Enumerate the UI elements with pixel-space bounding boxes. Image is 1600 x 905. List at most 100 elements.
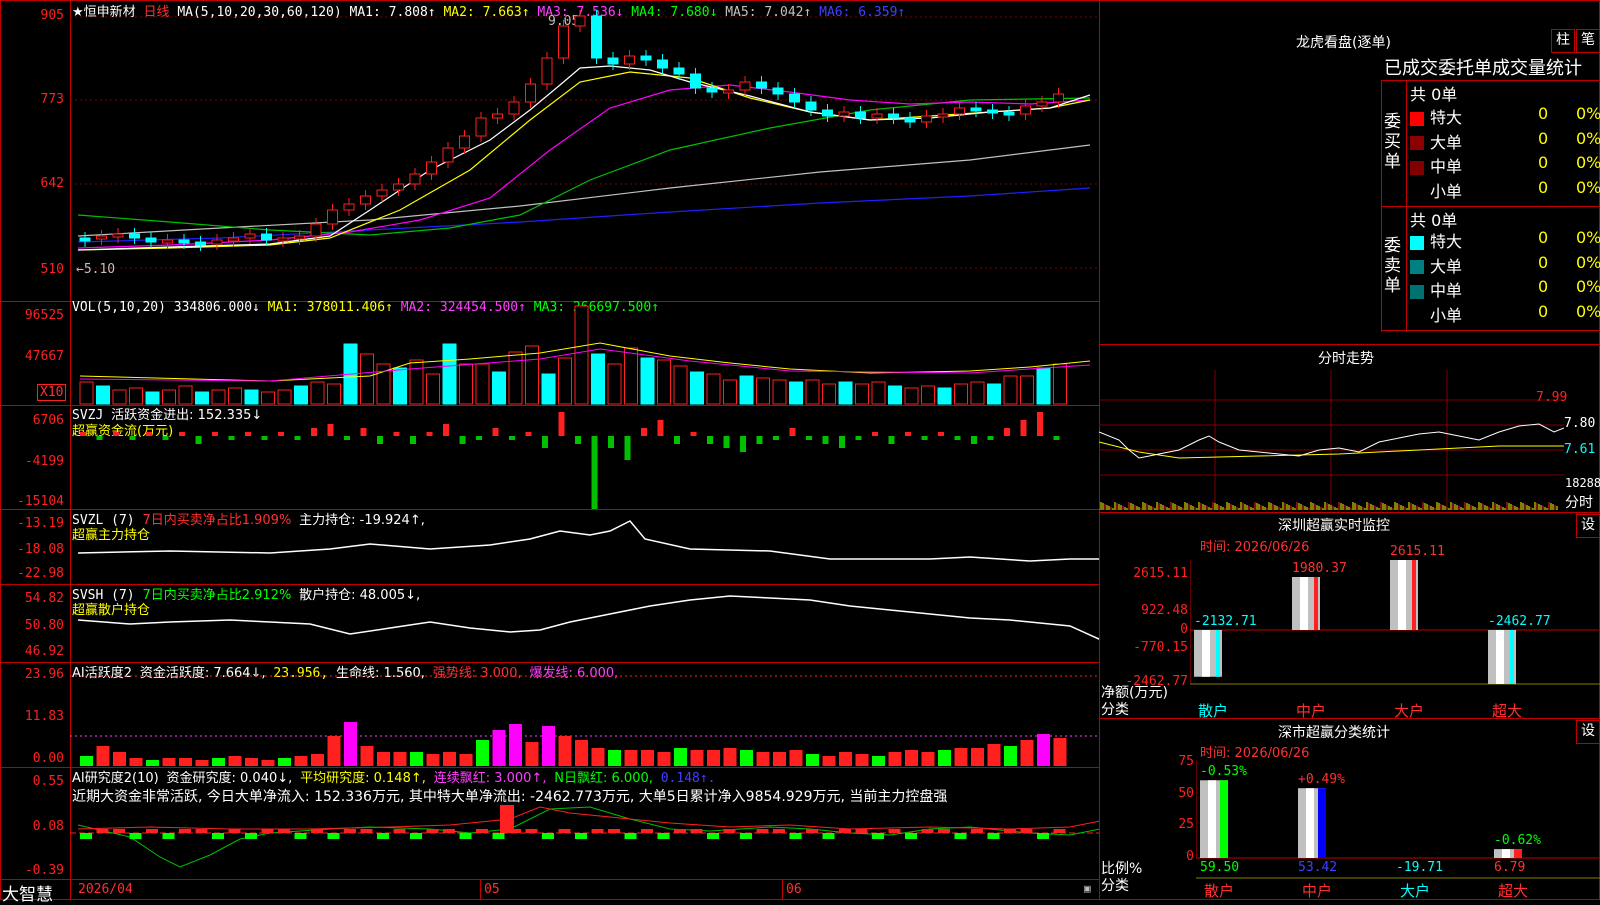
stat-cat-label: 超大 xyxy=(1498,882,1529,900)
candle-body xyxy=(294,235,305,240)
svzj-bar xyxy=(344,436,350,440)
row-count: 0 xyxy=(1538,301,1549,321)
bottom-bar xyxy=(0,880,1100,900)
vol-chart[interactable] xyxy=(70,301,1100,406)
ai-research-bar xyxy=(641,829,653,833)
intraday-vol-bars xyxy=(1099,502,1558,510)
svzj-bar xyxy=(723,436,730,448)
svzj-bar xyxy=(360,428,367,436)
ai-active-bar xyxy=(558,736,572,766)
svzj-chart[interactable] xyxy=(70,405,1100,510)
ai-research-bar xyxy=(129,833,142,839)
svzj-axis-top: 6706 xyxy=(32,413,64,428)
candle-body xyxy=(657,59,668,69)
intraday-axis-3: 7.61 xyxy=(1564,442,1596,457)
stat-cat-label: 散户 xyxy=(1204,882,1235,900)
ai-active-chart[interactable] xyxy=(70,662,1100,768)
ma3-line xyxy=(77,84,1091,249)
candle-body xyxy=(541,57,553,85)
svzj-bar xyxy=(740,436,746,452)
candle-body xyxy=(871,113,883,119)
ai-research-bar xyxy=(476,829,488,833)
vol-bar xyxy=(591,353,605,405)
ai-research-bar xyxy=(1004,829,1016,833)
sz-monitor-chart[interactable] xyxy=(1190,560,1600,700)
sell-row-1: 大单 0 0% xyxy=(1410,253,1600,277)
lock-icon[interactable]: ▣ xyxy=(1084,882,1091,895)
candle-body xyxy=(591,15,602,59)
vol-bar xyxy=(756,377,770,405)
vol-bar xyxy=(310,381,325,405)
ai-active-bar xyxy=(822,756,836,766)
row-count: 0 xyxy=(1538,153,1549,172)
sz-bar-highlight xyxy=(1398,560,1406,630)
vol-bar xyxy=(838,381,853,405)
vol-bar xyxy=(426,373,440,405)
candle-body xyxy=(525,83,536,103)
candle-body xyxy=(888,113,899,119)
svzj-bar xyxy=(1020,420,1027,436)
ai-active-bar xyxy=(1053,738,1067,766)
ai-active-bar xyxy=(179,758,192,766)
svsh-line xyxy=(77,595,1100,641)
ai-active-bar xyxy=(839,752,852,766)
svzj-bar xyxy=(327,424,334,436)
svzj-bar xyxy=(179,432,185,436)
ai-research-bar xyxy=(179,829,191,833)
intraday-vol-label: 18288 xyxy=(1565,476,1600,490)
vol-bar xyxy=(244,389,259,405)
ai-active-bar xyxy=(195,760,209,766)
ai-research-chart[interactable] xyxy=(70,767,1100,880)
vol-bar xyxy=(855,383,869,405)
svzj-bar xyxy=(855,436,862,440)
ai-active-bar xyxy=(855,754,869,766)
price-axis-510: 510 xyxy=(40,262,64,277)
svzl-chart[interactable] xyxy=(70,509,1100,585)
ai-active-bar xyxy=(113,752,126,766)
stat-settings-button[interactable]: 设 xyxy=(1576,720,1600,744)
ai-active-bar xyxy=(987,744,1001,766)
ai-active-bar xyxy=(129,758,143,766)
tick-mode-button[interactable]: 笔 xyxy=(1576,29,1600,53)
price-chart[interactable] xyxy=(70,0,1100,302)
ai-research-bar xyxy=(327,833,340,839)
svsh-chart[interactable] xyxy=(70,584,1100,663)
ai-active-axis-top: 23.96 xyxy=(24,667,64,682)
vol-bar xyxy=(178,385,193,405)
ai-research-bar xyxy=(608,829,620,833)
svzl-line xyxy=(77,520,1100,562)
sz-axis-2: 0 xyxy=(1180,622,1188,637)
ai-research-bar xyxy=(377,833,389,839)
sz-cat-label: 超大 xyxy=(1492,702,1523,720)
stat-change-label: -0.53% xyxy=(1200,764,1247,780)
candle-body xyxy=(805,101,817,111)
brand-label[interactable]: 大智慧 xyxy=(2,880,53,905)
stat-bar-edge xyxy=(1220,780,1228,858)
ai-research-bar xyxy=(872,833,884,839)
candle-body xyxy=(706,87,718,93)
ai-research-bar xyxy=(740,833,752,839)
ai-research-bar xyxy=(1020,829,1033,833)
intraday-chart[interactable] xyxy=(1099,370,1564,510)
row-label: 小单 xyxy=(1430,305,1463,325)
ai-active-bar xyxy=(1037,734,1050,766)
ai-active-bar xyxy=(146,760,159,766)
svzj-bar xyxy=(872,432,878,436)
row-label: 大单 xyxy=(1430,256,1463,276)
ai-research-bar xyxy=(756,829,769,833)
vol-bar xyxy=(1053,363,1067,405)
ai-research-bar xyxy=(624,833,637,839)
sz-xlabel: 分类 xyxy=(1101,702,1129,718)
ma6-line xyxy=(77,187,1091,243)
intraday-grid xyxy=(1099,370,1564,510)
bar-mode-button[interactable]: 柱 xyxy=(1551,29,1575,53)
svzj-bar xyxy=(987,436,994,440)
ai-research-bar xyxy=(839,829,851,833)
color-swatch xyxy=(1410,284,1424,299)
sz-monitor-settings-button[interactable]: 设 xyxy=(1576,514,1600,538)
svzj-bar xyxy=(80,432,86,436)
svzj-bar xyxy=(311,428,317,436)
candle-body xyxy=(723,89,734,94)
svzj-bar xyxy=(509,436,515,440)
order-stats-tab[interactable]: 已成交委托单成交量统计 xyxy=(1384,54,1582,80)
